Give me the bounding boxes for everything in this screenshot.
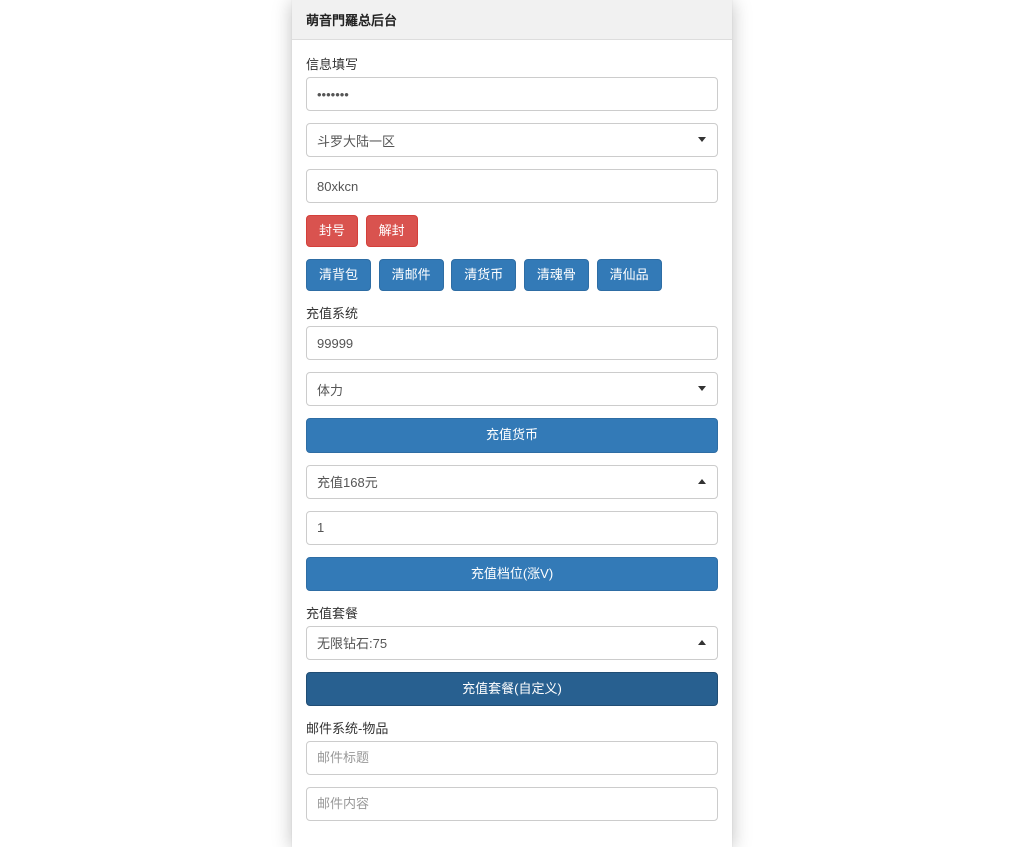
tier-select[interactable] <box>306 465 718 499</box>
ban-row: 封号 解封 <box>306 215 718 247</box>
recharge-amount-input[interactable] <box>306 326 718 360</box>
tier-select-value[interactable] <box>306 465 718 499</box>
tier-qty-input[interactable] <box>306 511 718 545</box>
recharge-tier-button[interactable]: 充值档位(涨V) <box>306 557 718 591</box>
package-select[interactable] <box>306 626 718 660</box>
mail-title-input[interactable] <box>306 741 718 775</box>
package-select-value[interactable] <box>306 626 718 660</box>
ban-button[interactable]: 封号 <box>306 215 358 247</box>
recharge-label: 充值系统 <box>306 303 718 322</box>
panel-body: 信息填写 封号 解封 清背包 清邮件 清货币 清魂骨 清仙品 充值系统 充值货币 <box>292 40 732 847</box>
currency-type-value[interactable] <box>306 372 718 406</box>
panel-title: 萌音門羅总后台 <box>292 0 732 40</box>
admin-panel: 萌音門羅总后台 信息填写 封号 解封 清背包 清邮件 清货币 清魂骨 清仙品 充… <box>292 0 732 847</box>
server-select[interactable] <box>306 123 718 157</box>
password-input[interactable] <box>306 77 718 111</box>
mail-section-label: 邮件系统-物品 <box>306 718 718 737</box>
currency-type-select[interactable] <box>306 372 718 406</box>
server-select-value[interactable] <box>306 123 718 157</box>
clear-soulbone-button[interactable]: 清魂骨 <box>524 259 589 291</box>
code-input[interactable] <box>306 169 718 203</box>
mail-content-input[interactable] <box>306 787 718 821</box>
clear-currency-button[interactable]: 清货币 <box>451 259 516 291</box>
unban-button[interactable]: 解封 <box>366 215 418 247</box>
clear-mail-button[interactable]: 清邮件 <box>379 259 444 291</box>
clear-immortal-button[interactable]: 清仙品 <box>597 259 662 291</box>
package-custom-button[interactable]: 充值套餐(自定义) <box>306 672 718 706</box>
recharge-currency-button[interactable]: 充值货币 <box>306 418 718 452</box>
info-label: 信息填写 <box>306 54 718 73</box>
clear-row: 清背包 清邮件 清货币 清魂骨 清仙品 <box>306 259 718 291</box>
package-label: 充值套餐 <box>306 603 718 622</box>
clear-bag-button[interactable]: 清背包 <box>306 259 371 291</box>
